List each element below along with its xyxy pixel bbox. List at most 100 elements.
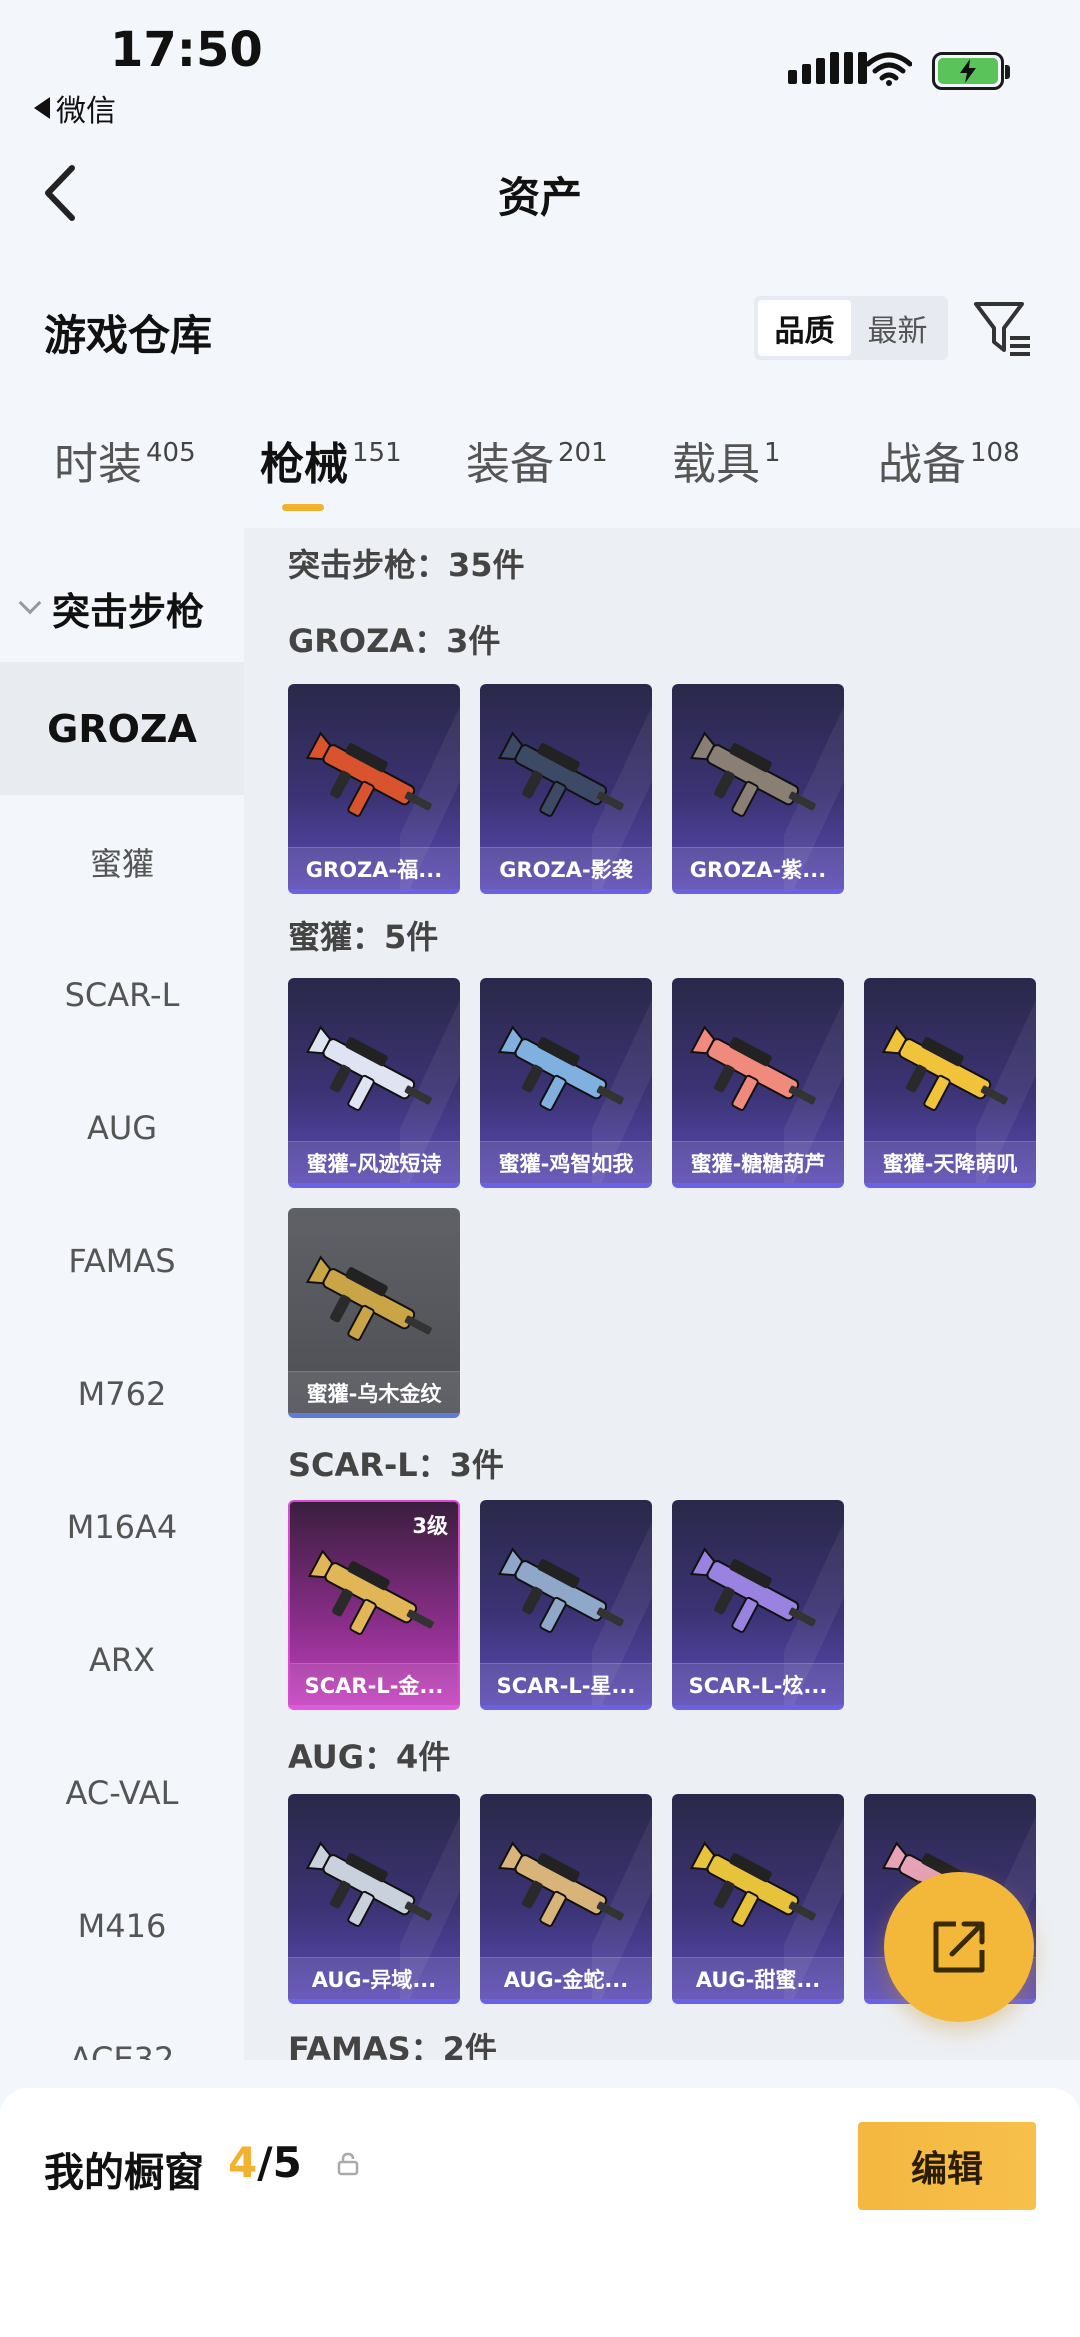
sort-latest-button[interactable]: 最新 [851,300,944,356]
back-app-label: 微信 [56,94,116,129]
tab-label: 时装 [54,439,142,490]
group-heading: SCAR-L：3件 [288,1446,504,1484]
weapon-name: 蜜獾-糖糖葫芦 [672,1141,844,1183]
category-tabs: 时装 405 枪械 151 装备 201 载具 1 战备 108 [0,428,1080,528]
group-heading: 蜜獾：5件 [288,918,439,956]
weapon-skin-icon [305,1255,432,1341]
sidebar-item-scar-l[interactable]: SCAR-L [0,928,244,1061]
weapon-card[interactable]: GROZA-紫... [672,684,844,894]
weapon-card[interactable]: AUG-异域... [288,1794,460,2004]
sidebar-category-label: 突击步枪 [52,589,205,634]
weapon-name: AUG-金蛇... [480,1957,652,1999]
weapon-name: SCAR-L-炫... [672,1663,844,1705]
weapon-grid: 突击步枪：35件 GROZA：3件 GROZA-福... GROZA-影袭 GR… [244,528,1080,2060]
weapon-skin-icon [881,1025,1008,1111]
weapon-sidebar: 突击步枪 GROZA 蜜獾 SCAR-L AUG FAMAS M762 M16A… [0,528,244,2060]
weapon-name: 蜜獾-天降萌叽 [864,1141,1036,1183]
sidebar-item-ac-val[interactable]: AC-VAL [0,1726,244,1859]
weapon-card[interactable]: SCAR-L-炫... [672,1500,844,1710]
tab-count: 405 [146,438,196,468]
weapon-skin-icon [689,1025,816,1111]
weapon-card[interactable]: AUG-金蛇... [480,1794,652,2004]
battery-icon [932,52,1010,90]
group-heading: AUG：4件 [288,1738,451,1776]
status-time: 17:50 [110,22,263,78]
sidebar-item-ace32[interactable]: ACE32 [0,1992,244,2061]
weapon-name: 蜜獾-乌木金纹 [288,1371,460,1413]
weapon-skin-icon [689,731,816,817]
tab-label: 载具 [672,439,760,490]
sort-toggle: 品质 最新 [754,296,948,360]
tab-label: 装备 [466,439,554,490]
page-title: 资产 [497,173,582,222]
weapon-card[interactable]: AUG-甜蜜... [672,1794,844,2004]
tab-count: 108 [970,438,1020,468]
sidebar-item-m16a4[interactable]: M16A4 [0,1460,244,1593]
tab-battle-gear[interactable]: 战备 108 [878,428,1020,492]
tab-count: 201 [558,438,608,468]
weapon-name: SCAR-L-金... [290,1663,458,1705]
weapon-name: AUG-甜蜜... [672,1957,844,1999]
weapon-card[interactable]: 蜜獾-鸡智如我 [480,978,652,1188]
edit-button[interactable]: 编辑 [858,2122,1036,2210]
status-bar: 17:50 微信 [0,0,1080,129]
tab-count: 151 [352,438,402,468]
weapon-name: GROZA-紫... [672,847,844,889]
sidebar-item-arx[interactable]: ARX [0,1593,244,1726]
tab-label: 枪械 [260,439,348,490]
weapon-name: GROZA-影袭 [480,847,652,889]
chevron-down-icon [18,591,42,615]
sort-quality-button[interactable]: 品质 [758,300,851,356]
weapon-name: AUG-异域... [288,1957,460,1999]
weapon-skin-icon [497,731,624,817]
tab-fashion[interactable]: 时装 405 [54,428,196,492]
sidebar-item-m416[interactable]: M416 [0,1859,244,1992]
weapon-card[interactable]: 蜜獾-乌木金纹 [288,1208,460,1418]
sidebar-category-header[interactable]: 突击步枪 [0,568,244,648]
tab-firearms[interactable]: 枪械 151 [260,428,402,511]
weapon-card[interactable]: 蜜獾-风迹短诗 [288,978,460,1188]
summary-heading: 突击步枪：35件 [288,546,525,584]
weapon-skin-icon [497,1547,624,1633]
weapon-skin-icon [497,1025,624,1111]
sidebar-item-m762[interactable]: M762 [0,1327,244,1460]
warehouse-title: 游戏仓库 [44,311,213,360]
weapon-skin-icon [305,1025,432,1111]
weapon-name: 蜜獾-鸡智如我 [480,1141,652,1183]
weapon-card[interactable]: 蜜獾-糖糖葫芦 [672,978,844,1188]
weapon-name: SCAR-L-星... [480,1663,652,1705]
showcase-title: 我的橱窗 [44,2150,204,2196]
weapon-skin-icon [305,731,432,817]
weapon-card[interactable]: GROZA-影袭 [480,684,652,894]
group-heading: GROZA：3件 [288,622,501,660]
weapon-card[interactable]: 3级 SCAR-L-金... [288,1500,460,1710]
share-external-icon [933,1921,985,1973]
showcase-count: 4/5 [228,2138,302,2187]
tab-vehicles[interactable]: 载具 1 [672,428,781,492]
sidebar-item-groza[interactable]: GROZA [0,662,244,795]
filter-icon[interactable] [972,300,1032,358]
back-to-app-link[interactable]: 微信 [34,86,116,130]
showcase-current: 4 [228,2138,258,2187]
sidebar-item-honey-badger[interactable]: 蜜獾 [0,795,244,928]
tab-label: 战备 [878,439,966,490]
weapon-card[interactable]: GROZA-福... [288,684,460,894]
showcase-total: /5 [257,2138,302,2187]
weapon-skin-icon [497,1841,624,1927]
back-triangle-icon [34,97,50,119]
wifi-icon [866,52,912,86]
weapon-skin-icon [689,1547,816,1633]
sidebar-item-aug[interactable]: AUG [0,1061,244,1194]
sidebar-item-famas[interactable]: FAMAS [0,1194,244,1327]
tab-equipment[interactable]: 装备 201 [466,428,608,492]
weapon-skin-icon [305,1841,432,1927]
weapon-name: 蜜獾-风迹短诗 [288,1141,460,1183]
charging-bolt-icon [960,59,976,83]
share-button[interactable] [884,1872,1034,2022]
weapon-skin-icon [307,1549,434,1635]
weapon-card[interactable]: 蜜獾-天降萌叽 [864,978,1036,1188]
level-badge: 3级 [412,1514,448,1538]
group-heading: FAMAS：2件 [288,2030,497,2060]
tab-count: 1 [764,438,781,468]
weapon-card[interactable]: SCAR-L-星... [480,1500,652,1710]
